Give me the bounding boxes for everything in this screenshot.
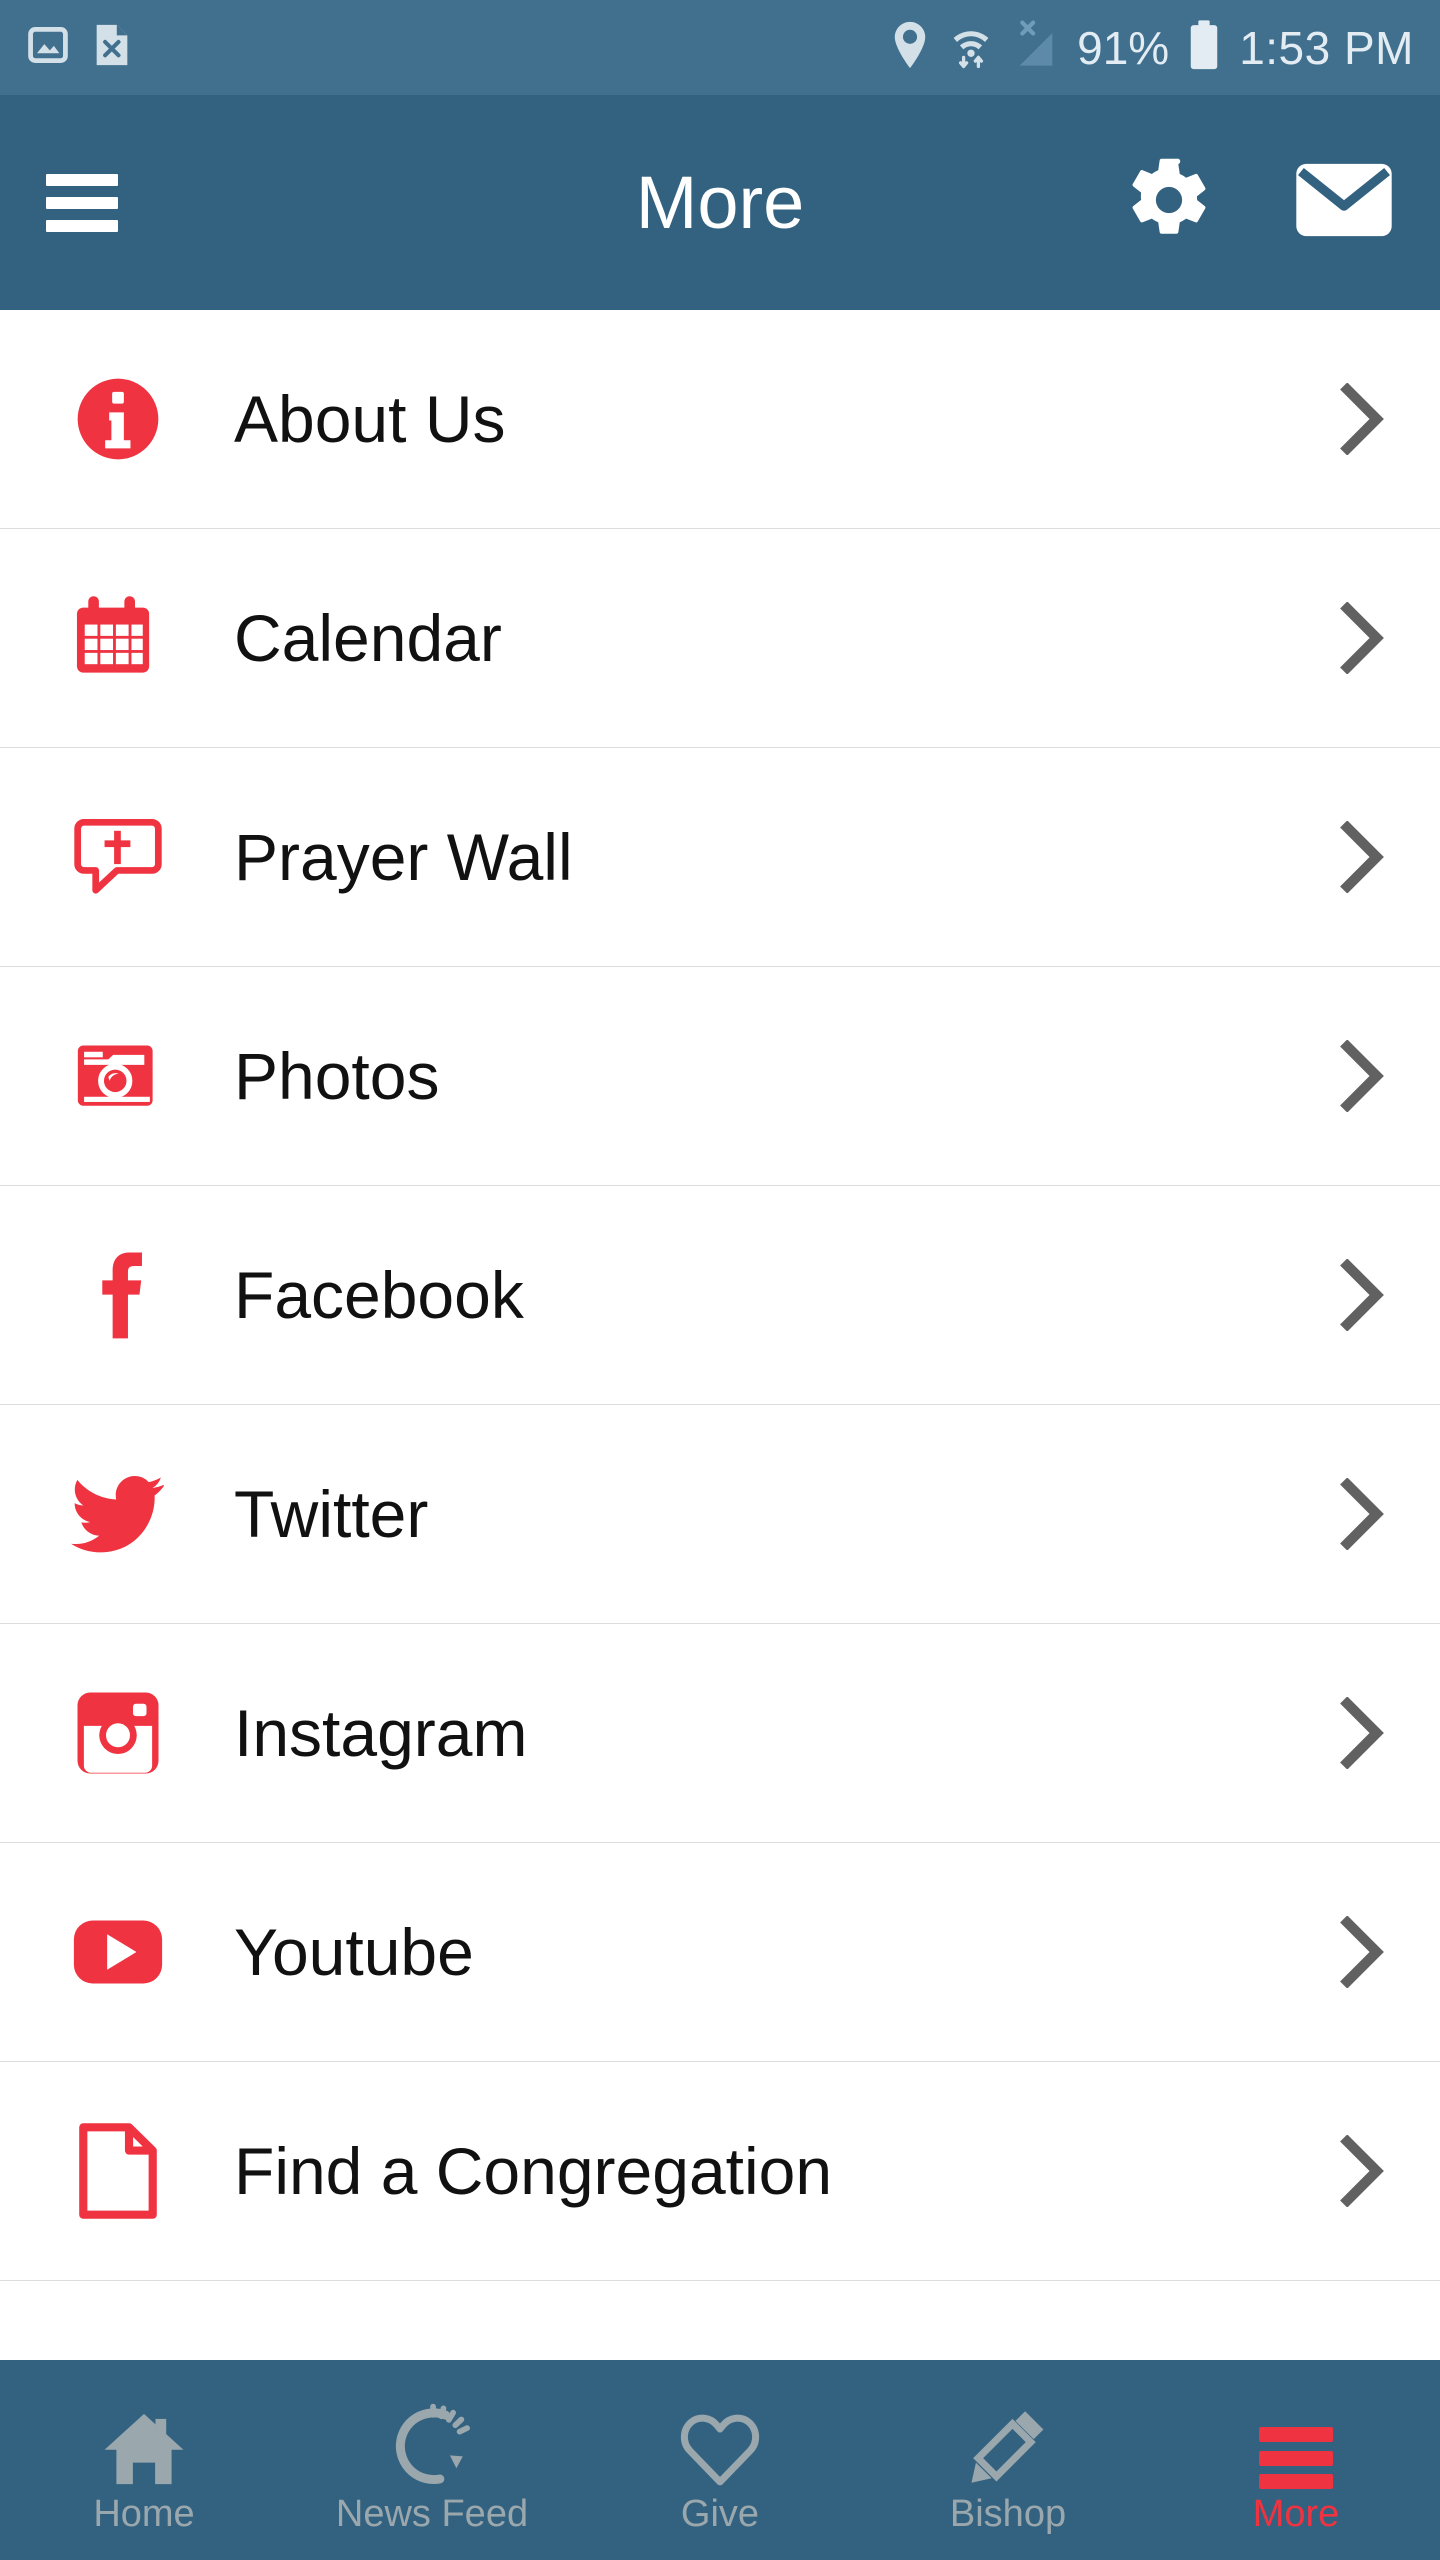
status-bar-right-icons: 91% 1:53 PM [891,19,1414,76]
menu-item-label: Instagram [234,1696,528,1770]
info-circle-icon [70,371,166,467]
menu-item-prayer-wall[interactable]: Prayer Wall [0,748,1440,967]
hamburger-icon[interactable] [46,173,118,232]
nav-tab-more[interactable]: More [1152,2360,1440,2560]
menu-item-label: Youtube [234,1915,474,1989]
status-bar: 91% 1:53 PM [0,0,1440,95]
menu-item-youtube[interactable]: Youtube [0,1843,1440,2062]
file-x-icon [92,22,132,73]
hamburger-icon [1259,2397,1333,2489]
menu-item-photos[interactable]: Photos [0,967,1440,1186]
battery-percent: 91% [1077,21,1170,74]
refresh-icon [389,2397,475,2489]
hamburger-bars [1259,2427,1333,2489]
menu-item-label: About Us [234,382,506,456]
gear-icon[interactable] [1124,155,1214,250]
menu-item-instagram[interactable]: Instagram [0,1624,1440,1843]
menu-item-twitter[interactable]: Twitter [0,1405,1440,1624]
camera-icon [70,1028,166,1124]
header-actions [1124,155,1394,250]
menu-item-calendar[interactable]: Calendar [0,529,1440,748]
nav-tab-label: Bishop [949,2493,1067,2535]
instagram-icon [70,1685,166,1781]
chevron-right-icon [1332,821,1392,893]
menu-item-label: Twitter [234,1477,429,1551]
facebook-icon [70,1247,166,1343]
app-screen: 91% 1:53 PM More About Us Calendar Praye… [0,0,1440,2560]
youtube-icon [70,1904,166,2000]
chevron-right-icon [1332,1478,1392,1550]
location-pin-icon [891,20,929,75]
nav-tab-label: Home [93,2493,195,2535]
nav-tab-give[interactable]: Give [576,2360,864,2560]
nav-tab-label: Give [680,2493,760,2535]
wifi-icon [947,20,995,75]
menu-item-label: Photos [234,1039,440,1113]
chevron-right-icon [1332,602,1392,674]
signal-no-service-icon [1013,20,1059,75]
menu-item-label: Calendar [234,601,502,675]
menu-item-facebook[interactable]: Facebook [0,1186,1440,1405]
calendar-icon [70,590,166,686]
hamburger-bar-2 [46,196,118,209]
chevron-right-icon [1332,1916,1392,1988]
menu-item-label: Prayer Wall [234,820,573,894]
pencil-icon [967,2397,1049,2489]
menu-list: About Us Calendar Prayer Wall Photos Fac… [0,310,1440,2360]
image-icon [26,23,70,72]
menu-item-find-a-congregation[interactable]: Find a Congregation [0,2062,1440,2281]
chevron-right-icon [1332,1040,1392,1112]
hamburger-bar-3 [46,219,118,232]
twitter-icon [70,1466,166,1562]
clock-time: 1:53 PM [1239,21,1414,74]
chevron-right-icon [1332,383,1392,455]
bottom-navigation: Home News Feed Give Bishop More [0,2360,1440,2560]
app-header: More [0,95,1440,310]
heart-icon [678,2397,762,2489]
hamburger-bar-2 [1259,2450,1333,2466]
hamburger-bar-1 [1259,2427,1333,2442]
speech-bubble-cross-icon [70,809,166,905]
nav-tab-home[interactable]: Home [0,2360,288,2560]
nav-tab-news-feed[interactable]: News Feed [288,2360,576,2560]
menu-item-label: Find a Congregation [234,2134,833,2208]
document-icon [70,2123,166,2219]
battery-icon [1187,19,1221,76]
nav-tab-label: News Feed [335,2493,529,2535]
menu-item-label: Facebook [234,1258,524,1332]
home-icon [101,2397,187,2489]
hamburger-bar-3 [1259,2474,1333,2489]
chevron-right-icon [1332,1697,1392,1769]
menu-item-about-us[interactable]: About Us [0,310,1440,529]
nav-tab-bishop[interactable]: Bishop [864,2360,1152,2560]
hamburger-bar-1 [46,173,118,186]
nav-tab-label: More [1252,2493,1340,2535]
chevron-right-icon [1332,1259,1392,1331]
chevron-right-icon [1332,2135,1392,2207]
status-bar-left-icons [26,22,132,73]
envelope-icon[interactable] [1294,160,1394,245]
